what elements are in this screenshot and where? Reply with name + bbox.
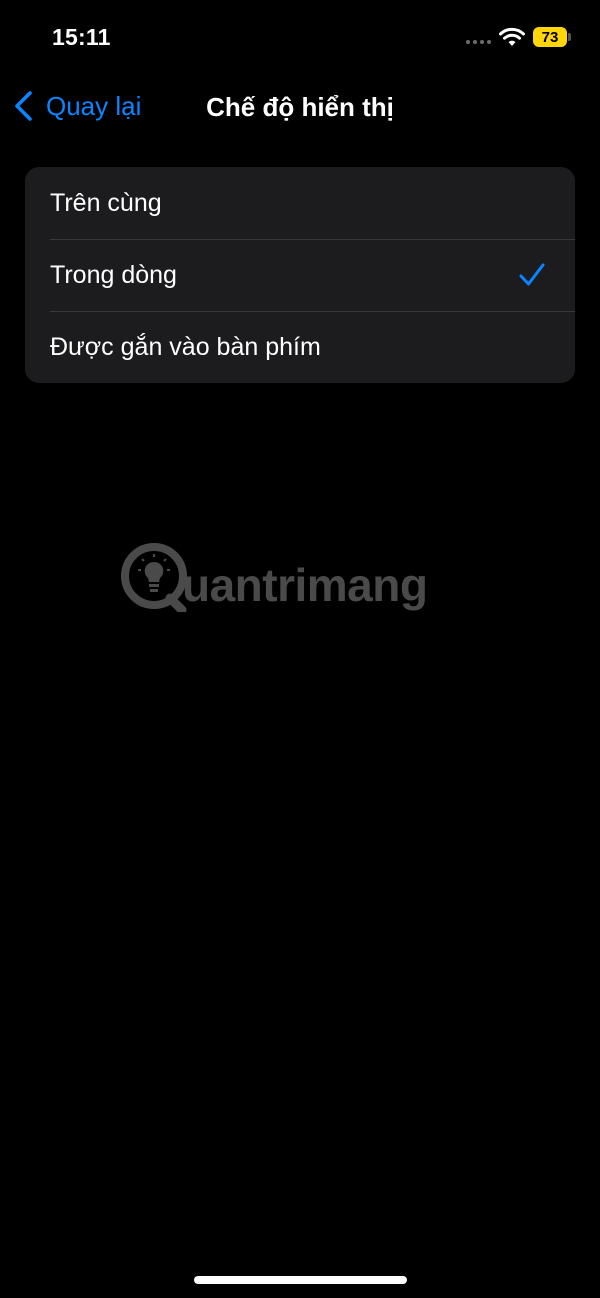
watermark: uantrimang [118, 540, 478, 620]
checkmark-icon [519, 263, 545, 286]
watermark-text: uantrimang [182, 559, 428, 611]
option-label: Được gắn vào bàn phím [50, 332, 321, 361]
option-label: Trên cùng [50, 188, 162, 217]
battery-icon: 73 [533, 27, 567, 47]
option-trong-dong[interactable]: Trong dòng [25, 239, 575, 311]
status-time: 15:11 [52, 24, 111, 50]
battery-tip [568, 33, 571, 41]
lightbulb-logo-icon [121, 543, 187, 612]
status-bar: 15:11 73 [0, 0, 600, 76]
option-tren-cung[interactable]: Trên cùng [25, 167, 575, 239]
battery-level: 73 [541, 28, 559, 46]
page-title: Chế độ hiển thị [206, 92, 394, 122]
navigation-bar: Quay lại Chế độ hiển thị [0, 76, 600, 138]
display-mode-options: Trên cùng Trong dòng Được gắn vào bàn ph… [25, 167, 575, 383]
home-indicator[interactable] [194, 1276, 407, 1284]
wifi-icon [499, 27, 525, 46]
signal-dots-icon [466, 40, 491, 44]
option-duoc-gan-vao-ban-phim[interactable]: Được gắn vào bàn phím [25, 311, 575, 383]
screen: 15:11 73 Quay lại Chế độ hiển thị Trên c… [0, 0, 600, 1298]
option-label: Trong dòng [50, 260, 177, 289]
